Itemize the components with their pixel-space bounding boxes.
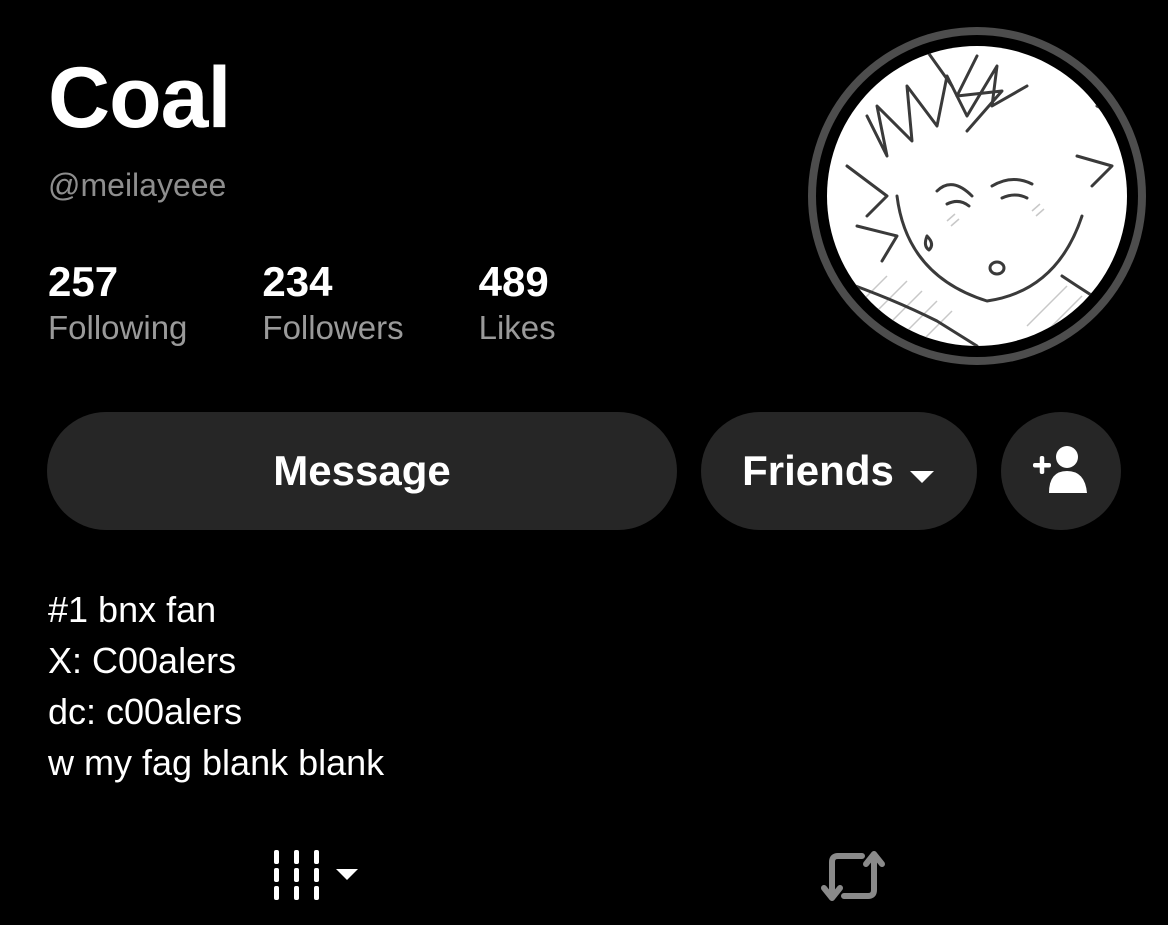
bio-line: #1 bnx fan	[48, 589, 217, 630]
grid-icon	[272, 846, 324, 907]
chevron-down-icon	[334, 866, 360, 887]
avatar-sketch-image	[827, 46, 1127, 346]
stat-followers[interactable]: 234 Followers	[262, 258, 403, 348]
avatar-border	[816, 35, 1138, 357]
friends-button-label: Friends	[742, 447, 894, 494]
repost-icon	[818, 846, 888, 911]
likes-label: Likes	[478, 309, 556, 346]
display-name: Coal	[48, 50, 231, 146]
tab-videos[interactable]	[272, 846, 360, 907]
bio-line: w my fag blank blank	[48, 742, 385, 783]
followers-count: 234	[262, 258, 333, 305]
profile-stats: 257 Following 234 Followers 489 Likes	[48, 258, 631, 348]
stat-following[interactable]: 257 Following	[48, 258, 187, 348]
profile-bio: #1 bnx fan X: C00alers dc: c00alers w my…	[48, 584, 384, 788]
following-count: 257	[48, 258, 119, 305]
friends-dropdown-button[interactable]: Friends	[701, 412, 977, 530]
message-button-label: Message	[273, 447, 451, 494]
avatar[interactable]	[808, 27, 1146, 365]
profile-page: Coal @meilayeee 257 Following 234 Follow…	[0, 0, 1168, 925]
followers-label: Followers	[262, 309, 404, 346]
username-handle: @meilayeee	[48, 167, 227, 203]
stat-likes[interactable]: 489 Likes	[479, 258, 556, 348]
bio-line: dc: c00alers	[48, 691, 243, 732]
add-person-icon	[1031, 443, 1091, 500]
caret-down-icon	[908, 447, 936, 495]
following-label: Following	[48, 309, 188, 346]
add-friend-button[interactable]	[1001, 412, 1121, 530]
likes-count: 489	[478, 258, 549, 305]
bio-line: X: C00alers	[48, 640, 237, 681]
message-button[interactable]: Message	[47, 412, 677, 530]
tab-reposts[interactable]	[818, 846, 888, 911]
